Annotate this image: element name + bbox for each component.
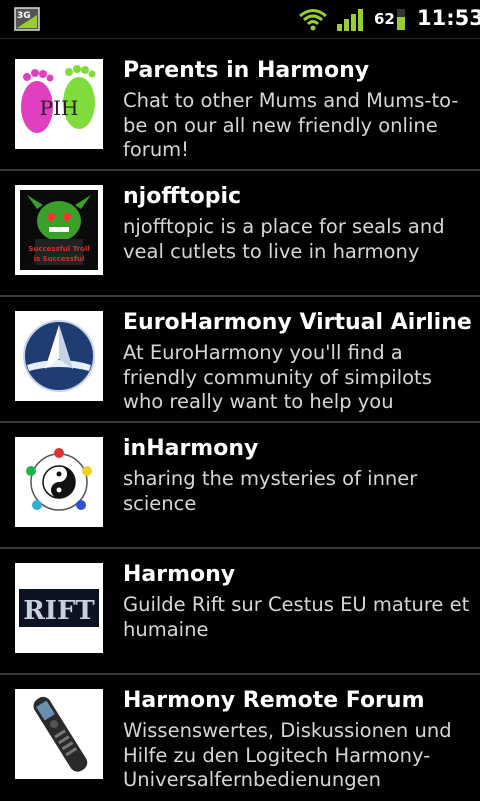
airline-globe-icon	[15, 311, 103, 401]
forum-description: njofftopic is a place for seals and veal…	[123, 215, 445, 263]
list-item[interactable]: inHarmony sharing the mysteries of inner…	[0, 423, 480, 549]
footprints-logo-icon: PIH	[15, 59, 103, 149]
forum-description: Wissenswertes, Diskussionen und Hilfe zu…	[123, 719, 452, 791]
forum-title: inHarmony	[123, 436, 259, 461]
network-3g-icon: 3G	[14, 7, 40, 31]
yin-yang-icon	[15, 437, 103, 527]
list-item[interactable]: EuroHarmony Virtual Airline At EuroHarmo…	[0, 297, 480, 423]
wifi-icon	[299, 9, 327, 31]
troll-meme-icon: Successful Troll is Successful	[15, 185, 103, 275]
remote-control-icon	[15, 689, 103, 779]
signal-strength-icon	[337, 9, 363, 31]
forum-list: PIH Parents in Harmony Chat to other Mum…	[0, 45, 480, 801]
list-item[interactable]: PIH Parents in Harmony Chat to other Mum…	[0, 45, 480, 171]
list-item[interactable]: Harmony Remote Forum Wissenswertes, Disk…	[0, 675, 480, 801]
forum-description: Guilde Rift sur Cestus EU mature et huma…	[123, 593, 470, 641]
status-bar: 3G 62 11:53	[0, 0, 480, 39]
clock: 11:53	[417, 6, 480, 30]
forum-title: Harmony	[123, 562, 236, 587]
list-item[interactable]: Successful Troll is Successful njofftopi…	[0, 171, 480, 297]
svg-text:PIH: PIH	[40, 96, 79, 120]
forum-title: njofftopic	[123, 184, 242, 209]
svg-text:is Successful: is Successful	[34, 255, 85, 263]
svg-text:3G: 3G	[17, 11, 31, 21]
rift-logo-icon: RIFT	[15, 563, 103, 653]
forum-title: Harmony Remote Forum	[123, 688, 425, 713]
forum-title: EuroHarmony Virtual Airline	[123, 310, 472, 335]
list-item[interactable]: RIFT Harmony Guilde Rift sur Cestus EU m…	[0, 549, 480, 675]
battery-icon	[397, 9, 405, 30]
forum-title: Parents in Harmony	[123, 58, 370, 83]
forum-description: Chat to other Mums and Mums-to-be on our…	[123, 89, 459, 161]
svg-text:RIFT: RIFT	[23, 596, 95, 626]
svg-text:Successful Troll: Successful Troll	[28, 245, 89, 253]
forum-description: sharing the mysteries of inner science	[123, 467, 418, 515]
forum-description: At EuroHarmony you'll find a friendly co…	[123, 341, 432, 413]
battery-level: 62	[374, 10, 395, 28]
